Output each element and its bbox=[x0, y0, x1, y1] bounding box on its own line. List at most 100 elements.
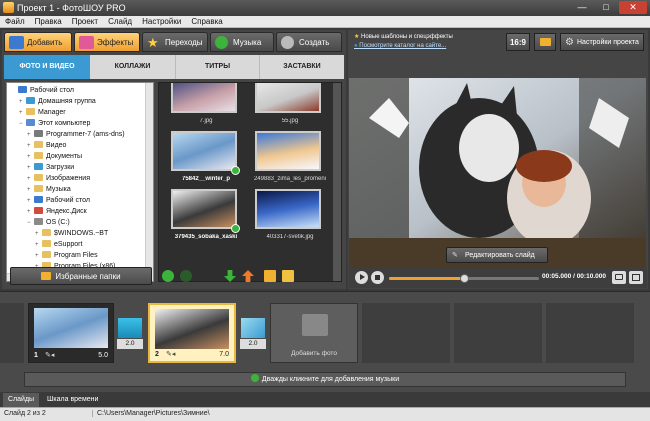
minimize-button[interactable]: — bbox=[571, 1, 593, 14]
progress-slider[interactable] bbox=[389, 274, 539, 283]
tree-node-label: OS (C:) bbox=[46, 219, 70, 226]
tab-slides[interactable]: Слайды bbox=[3, 393, 40, 407]
thumbnail-scrollbar[interactable] bbox=[333, 83, 341, 281]
expand-icon[interactable]: + bbox=[19, 99, 26, 105]
tab-create[interactable]: Создать bbox=[276, 32, 342, 52]
progress-handle[interactable] bbox=[460, 274, 469, 283]
folder-icon bbox=[42, 229, 51, 236]
folder-icon bbox=[26, 108, 35, 115]
folder-tree[interactable]: Рабочий стол + Домашняя группа + Manager − Это… bbox=[6, 82, 154, 282]
tree-node-label: Этот компьютер bbox=[38, 120, 91, 127]
tab-timeline[interactable]: Шкала времени bbox=[42, 393, 103, 407]
snapshot-button[interactable] bbox=[612, 271, 626, 284]
tree-node[interactable]: Рабочий стол bbox=[11, 86, 74, 96]
tree-node-label: Programmer-7 (ams-dns) bbox=[46, 131, 125, 138]
slide-card-selected[interactable]: 2 ✎◂ 7.0 bbox=[148, 303, 236, 363]
menu-project[interactable]: Проект bbox=[67, 16, 103, 26]
menu-help[interactable]: Справка bbox=[186, 16, 227, 26]
expand-icon[interactable]: + bbox=[27, 154, 34, 160]
expand-icon[interactable]: + bbox=[27, 143, 34, 149]
tree-node[interactable]: + Яндекс.Диск bbox=[27, 207, 87, 217]
tree-node[interactable]: − Этот компьютер bbox=[19, 119, 90, 129]
transition-card[interactable]: 2.0 bbox=[117, 318, 143, 350]
tree-node[interactable]: + Рабочий стол bbox=[27, 196, 90, 206]
aspect-ratio-button[interactable]: 16:9 bbox=[506, 33, 530, 51]
tree-node[interactable]: + Programmer-7 (ams-dns) bbox=[27, 130, 125, 140]
thumbnail-image[interactable] bbox=[255, 131, 321, 171]
slide-tools-icon: ✎◂ bbox=[166, 351, 176, 358]
thumbnail-image[interactable] bbox=[171, 83, 237, 113]
catalog-link[interactable]: ● Посмотрите каталог на сайте... bbox=[354, 43, 446, 49]
thumbnail-image[interactable] bbox=[255, 189, 321, 229]
thumbnail-image[interactable] bbox=[171, 189, 237, 229]
menu-settings[interactable]: Настройки bbox=[137, 16, 186, 26]
slide-thumbnail bbox=[155, 309, 229, 349]
transition-card[interactable]: 2.0 bbox=[240, 318, 266, 350]
edit-slide-button[interactable]: ✎ Редактировать слайд bbox=[446, 247, 548, 263]
tree-node-label: Загрузки bbox=[46, 164, 75, 171]
expand-icon[interactable]: + bbox=[35, 253, 42, 259]
tree-scrollbar[interactable] bbox=[145, 83, 153, 281]
tree-node[interactable]: + Program Files bbox=[35, 251, 98, 261]
screen-settings-button[interactable] bbox=[534, 33, 556, 51]
subtab-intros[interactable]: ЗАСТАВКИ bbox=[260, 55, 344, 79]
slide-card[interactable]: 1 ✎◂ 5.0 bbox=[28, 303, 114, 363]
expand-icon[interactable]: − bbox=[27, 220, 34, 226]
slide-preview[interactable] bbox=[349, 78, 646, 273]
tree-node-label: Музыка bbox=[46, 186, 71, 193]
menu-slide[interactable]: Слайд bbox=[103, 16, 137, 26]
expand-icon[interactable]: + bbox=[27, 132, 34, 138]
title-bar: Проект 1 - ФотоШОУ PRO — □ ✕ bbox=[0, 0, 650, 16]
stop-button[interactable] bbox=[371, 271, 384, 284]
tree-node[interactable]: + Загрузки bbox=[27, 163, 74, 173]
forward-icon[interactable] bbox=[180, 270, 192, 282]
tree-node[interactable]: − OS (C:) bbox=[27, 218, 70, 228]
project-settings-button[interactable]: ⚙ Настройки проекта bbox=[560, 33, 644, 51]
expand-icon[interactable]: + bbox=[27, 209, 34, 215]
tree-node[interactable]: + Manager bbox=[19, 108, 66, 118]
expand-icon[interactable]: − bbox=[19, 121, 26, 127]
tree-node[interactable]: + Изображения bbox=[27, 174, 90, 184]
tree-node[interactable]: + Видео bbox=[27, 141, 66, 151]
subtab-photo-video[interactable]: ФОТО И ВИДЕО bbox=[4, 55, 90, 79]
close-button[interactable]: ✕ bbox=[619, 1, 647, 14]
menu-edit[interactable]: Правка bbox=[30, 16, 67, 26]
thumbnail-image[interactable] bbox=[255, 83, 321, 113]
tree-node[interactable]: + eSupport bbox=[35, 240, 82, 250]
expand-icon[interactable]: + bbox=[27, 165, 34, 171]
expand-icon[interactable]: + bbox=[19, 110, 26, 116]
slide-thumbnail bbox=[34, 308, 108, 348]
music-track[interactable]: Дважды кликните для добавления музыки bbox=[24, 372, 626, 387]
fullscreen-button[interactable] bbox=[629, 271, 643, 284]
expand-icon[interactable]: + bbox=[35, 242, 42, 248]
thumbnail-image[interactable] bbox=[171, 131, 237, 171]
tab-add[interactable]: Добавить bbox=[4, 32, 72, 52]
tab-effects[interactable]: Эффекты bbox=[74, 32, 140, 52]
tree-node-label: Рабочий стол bbox=[30, 87, 74, 94]
tree-node-label: Документы bbox=[46, 153, 83, 160]
camera-icon bbox=[615, 274, 623, 280]
tab-music[interactable]: Музыка bbox=[210, 32, 274, 52]
expand-icon[interactable]: + bbox=[27, 187, 34, 193]
tree-node[interactable]: + Документы bbox=[27, 152, 82, 162]
subtab-collages[interactable]: КОЛЛАЖИ bbox=[90, 55, 176, 79]
favorites-button[interactable]: Избранные папки bbox=[10, 267, 152, 285]
play-button[interactable] bbox=[355, 271, 368, 284]
timeline-slot bbox=[0, 303, 24, 363]
folder-add-icon[interactable] bbox=[264, 270, 276, 282]
maximize-button[interactable]: □ bbox=[595, 1, 617, 14]
expand-icon[interactable]: + bbox=[35, 231, 42, 237]
tab-transitions[interactable]: ★ Переходы bbox=[142, 32, 208, 52]
folder-icon bbox=[34, 218, 43, 225]
expand-icon[interactable]: + bbox=[27, 176, 34, 182]
tree-node[interactable]: + $WINDOWS.~BT bbox=[35, 229, 108, 239]
add-photo-button[interactable]: Добавить фото bbox=[270, 303, 358, 363]
back-icon[interactable] bbox=[162, 270, 174, 282]
subtab-titles[interactable]: ТИТРЫ bbox=[176, 55, 260, 79]
expand-icon[interactable]: + bbox=[27, 198, 34, 204]
menu-file[interactable]: Файл bbox=[0, 16, 30, 26]
tree-node[interactable]: + Музыка bbox=[27, 185, 71, 195]
folder-open-icon[interactable] bbox=[282, 270, 294, 282]
tree-node[interactable]: + Домашняя группа bbox=[19, 97, 96, 107]
preview-panel: ★ Новые шаблоны и спецэффекты ● Посмотри… bbox=[348, 30, 648, 289]
